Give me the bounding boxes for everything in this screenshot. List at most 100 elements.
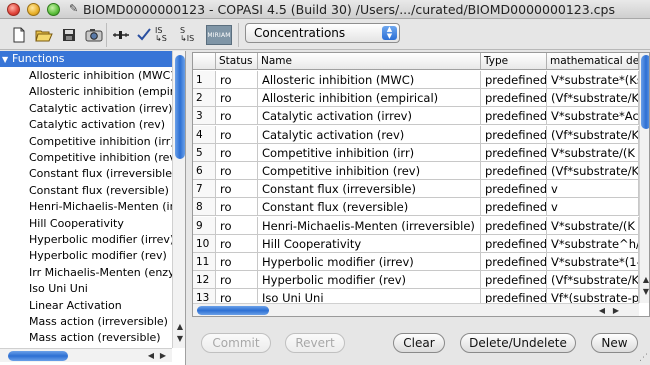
type-cell[interactable]: predefined (481, 216, 547, 235)
tree-item-function[interactable]: Constant flux (irreversible) (29, 166, 172, 182)
column-header-status[interactable]: Status (216, 53, 258, 70)
status-cell[interactable]: ro (216, 107, 258, 126)
is-ls-icon[interactable]: IS ↳S (155, 24, 177, 46)
tree-item-function[interactable]: Mass action (reversible) (29, 330, 172, 346)
status-cell[interactable]: ro (216, 71, 258, 89)
row-index-cell[interactable]: 3 (193, 107, 216, 126)
type-cell[interactable]: predefined (481, 89, 547, 108)
scroll-up-arrow-icon[interactable]: ▲ (173, 322, 185, 331)
tree-item-functions[interactable]: ▼ Functions (0, 51, 172, 67)
type-cell[interactable]: predefined (481, 234, 547, 253)
status-cell[interactable]: ro (216, 89, 258, 108)
table-row[interactable]: 6 ro Competitive inhibition (rev) predefine… (193, 162, 639, 180)
table-row[interactable]: 3 ro Catalytic activation (irrev) predefine… (193, 107, 639, 126)
name-cell[interactable]: Constant flux (reversible) (258, 198, 481, 217)
status-cell[interactable]: ro (216, 216, 258, 235)
table-row[interactable]: 12 ro Hyperbolic modifier (rev) predefined(… (193, 271, 639, 290)
tree-item-function[interactable]: Allosteric inhibition (empiric (29, 84, 172, 100)
tree-vertical-scroll-thumb[interactable] (175, 55, 185, 159)
revert-button[interactable]: Revert (285, 333, 345, 353)
type-cell[interactable]: predefined (481, 253, 547, 271)
tree-item-function[interactable]: Allosteric inhibition (MWC) (29, 68, 172, 84)
table-row[interactable]: 2 ro Allosteric inhibition (empirical) pred… (193, 89, 639, 108)
type-cell[interactable]: predefined (481, 271, 547, 290)
minimize-window-button[interactable] (27, 3, 40, 16)
table-row[interactable]: 10 ro Hill Cooperativity predefined V*substr… (193, 234, 639, 253)
row-index-cell[interactable]: 8 (193, 198, 216, 217)
tree-horizontal-scrollbar[interactable]: ◀ ▶ (0, 348, 172, 362)
camera-icon[interactable] (83, 24, 105, 46)
tree-item-function[interactable]: Competitive inhibition (rev) (29, 150, 172, 166)
status-cell[interactable]: ro (216, 253, 258, 271)
math-description-cell[interactable]: v (547, 198, 639, 217)
slider-icon[interactable] (110, 24, 132, 46)
type-cell[interactable]: predefined (481, 180, 547, 199)
table-vertical-scrollbar[interactable]: ▲ ▼ (639, 53, 649, 303)
row-index-cell[interactable]: 2 (193, 89, 216, 108)
scroll-right-arrow-icon[interactable]: ▶ (156, 351, 170, 360)
row-index-cell[interactable]: 11 (193, 253, 216, 271)
row-index-cell[interactable]: 6 (193, 162, 216, 180)
scroll-up-arrow-icon[interactable]: ▲ (640, 275, 649, 284)
status-cell[interactable]: ro (216, 162, 258, 180)
check-icon[interactable] (133, 24, 155, 46)
resize-grip-icon[interactable]: ⋰ (639, 353, 648, 363)
name-cell[interactable]: Hill Cooperativity (258, 234, 481, 253)
save-icon[interactable] (58, 24, 80, 46)
table-row[interactable]: 9 ro Henri-Michaelis-Menten (irreversible)… (193, 216, 639, 235)
name-cell[interactable]: Competitive inhibition (rev) (258, 162, 481, 180)
name-cell[interactable]: Hyperbolic modifier (rev) (258, 271, 481, 290)
type-cell[interactable]: predefined (481, 143, 547, 162)
math-description-cell[interactable]: V*substrate/(K (547, 143, 639, 162)
name-cell[interactable]: Hyperbolic modifier (irrev) (258, 253, 481, 271)
new-button[interactable]: New (591, 333, 638, 353)
tree-item-function[interactable]: Iso Uni Uni (29, 281, 172, 297)
math-description-cell[interactable]: (Vf*substrate/K (547, 89, 639, 108)
quantity-unit-select[interactable]: Concentrations ▲ ▼ (245, 23, 400, 43)
name-cell[interactable]: Constant flux (irreversible) (258, 180, 481, 199)
miriam-icon[interactable]: MIRIAM (206, 25, 232, 45)
scroll-down-arrow-icon[interactable]: ▼ (640, 287, 649, 296)
column-header-type[interactable]: Type (481, 53, 547, 70)
tree-item-function[interactable]: Hill Cooperativity (29, 216, 172, 232)
name-cell[interactable]: Catalytic activation (rev) (258, 125, 481, 144)
math-description-cell[interactable]: v (547, 180, 639, 199)
open-folder-icon[interactable] (33, 24, 55, 46)
math-description-cell[interactable]: V*substrate*Ac (547, 107, 639, 126)
type-cell[interactable]: predefined (481, 125, 547, 144)
close-window-button[interactable] (7, 3, 20, 16)
row-index-cell[interactable]: 9 (193, 216, 216, 235)
expand-triangle-icon[interactable]: ▼ (2, 52, 12, 68)
table-row[interactable]: 7 ro Constant flux (irreversible) predefine… (193, 180, 639, 199)
table-row[interactable]: 1 ro Allosteric inhibition (MWC) predefined… (193, 71, 639, 89)
table-row[interactable]: 5 ro Competitive inhibition (irr) predefine… (193, 143, 639, 162)
status-cell[interactable]: ro (216, 125, 258, 144)
status-cell[interactable]: ro (216, 271, 258, 290)
table-vertical-scroll-thumb[interactable] (641, 55, 649, 129)
type-cell[interactable]: predefined (481, 107, 547, 126)
type-cell[interactable]: predefined (481, 198, 547, 217)
table-row[interactable]: 4 ro Catalytic activation (rev) predefined(… (193, 125, 639, 144)
math-description-cell[interactable]: V*substrate*(1- (547, 253, 639, 271)
tree-item-function[interactable]: Constant flux (reversible) (29, 183, 172, 199)
column-header-index[interactable] (193, 53, 216, 70)
s-is-icon[interactable]: S ↳IS (180, 24, 202, 46)
name-cell[interactable]: Henri-Michaelis-Menten (irreversible) (258, 216, 481, 235)
tree-item-function[interactable]: Mass action (irreversible) (29, 314, 172, 330)
table-row[interactable]: 11 ro Hyperbolic modifier (irrev) predefine… (193, 253, 639, 271)
tree-item-function[interactable]: Irr Michaelis-Menten (enzym (29, 265, 172, 281)
tree-item-function[interactable]: Linear Activation (29, 298, 172, 314)
tree-item-function[interactable]: Catalytic activation (irrev) (29, 101, 172, 117)
name-cell[interactable]: Catalytic activation (irrev) (258, 107, 481, 126)
type-cell[interactable]: predefined (481, 71, 547, 89)
table-row[interactable]: 8 ro Constant flux (reversible) predefined v (193, 198, 639, 217)
scroll-right-arrow-icon[interactable]: ▶ (609, 306, 623, 315)
type-cell[interactable]: predefined (481, 162, 547, 180)
status-cell[interactable]: ro (216, 180, 258, 199)
table-horizontal-scrollbar[interactable]: ◀ ▶ (193, 303, 639, 316)
commit-button[interactable]: Commit (201, 333, 271, 353)
table-horizontal-scroll-thumb[interactable] (197, 306, 269, 315)
scroll-left-arrow-icon[interactable]: ◀ (595, 306, 609, 315)
name-cell[interactable]: Allosteric inhibition (empirical) (258, 89, 481, 108)
zoom-window-button[interactable] (47, 3, 60, 16)
